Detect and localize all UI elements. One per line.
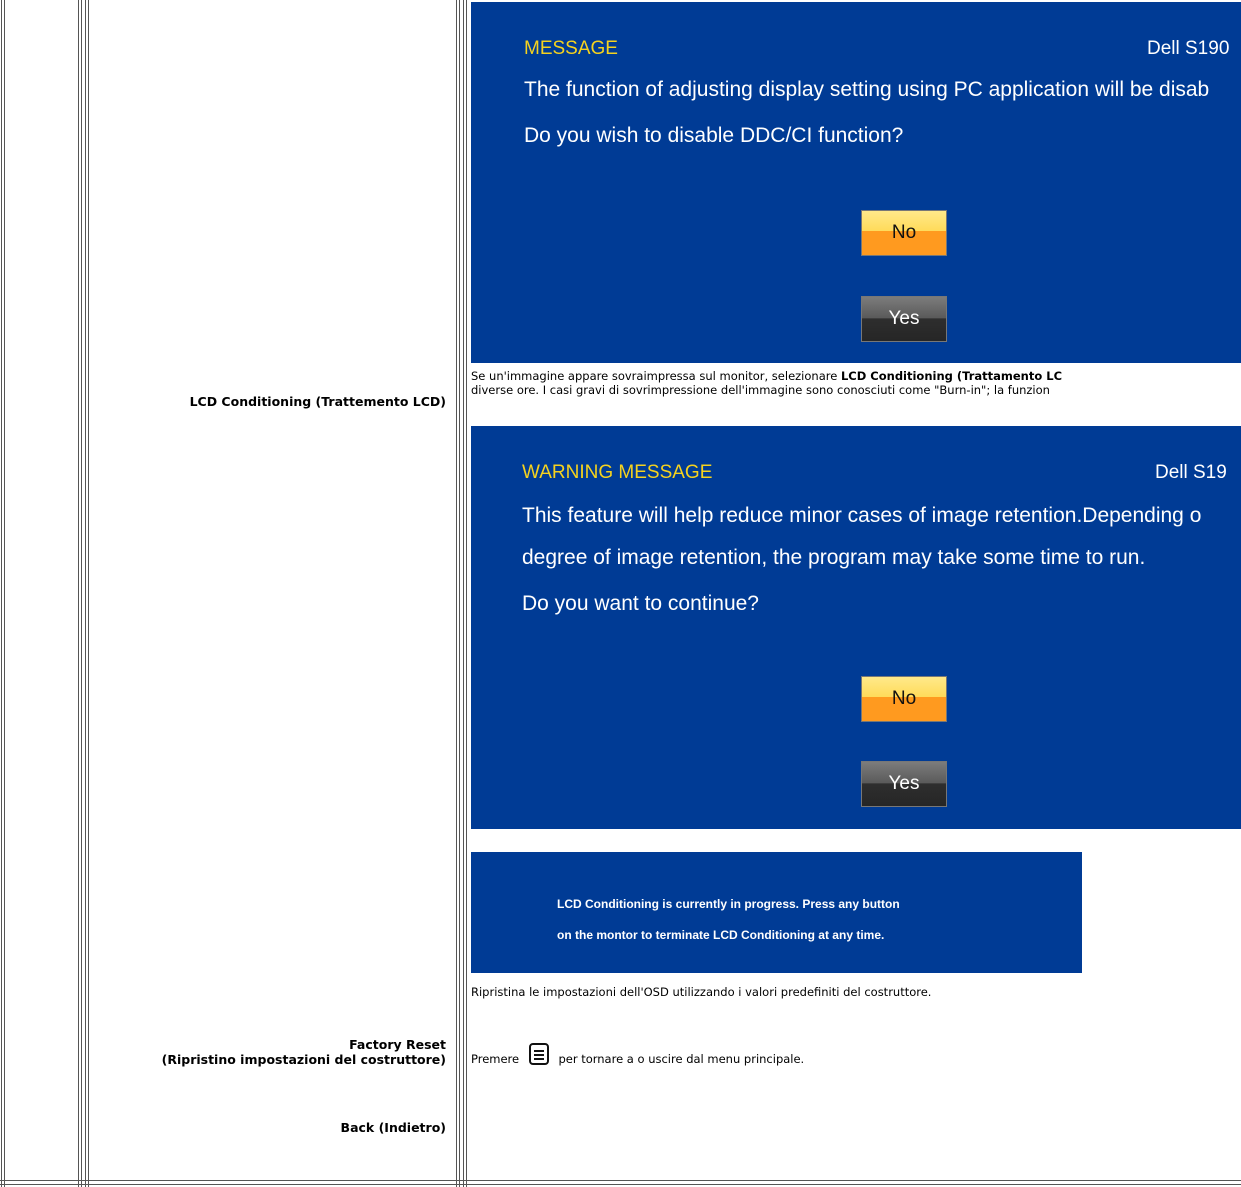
osd-ddc-title: MESSAGE [524, 38, 618, 59]
osd-warning-no-button[interactable]: No [861, 676, 947, 722]
lcd-desc-text: Se un'immagine appare sovraimpressa sul … [471, 370, 841, 383]
table-border-left-outer [1, 0, 2, 1187]
osd-ddc-yes-button[interactable]: Yes [861, 296, 947, 342]
factory-reset-description: Ripristina le impostazioni dell'OSD util… [471, 986, 932, 999]
lcd-conditioning-description-line2: diverse ore. I casi gravi di sovrimpress… [471, 384, 1050, 397]
menu-button-icon [528, 1042, 549, 1065]
osd-progress-line1: LCD Conditioning is currently in progres… [557, 897, 900, 911]
table-border-col3-b [459, 0, 460, 1187]
osd-warning-dialog: WARNING MESSAGE Dell S19 This feature wi… [471, 426, 1241, 829]
osd-warning-yes-button[interactable]: Yes [861, 761, 947, 807]
back-desc-prefix: Premere [471, 1052, 520, 1066]
osd-ddc-message-line2: Do you wish to disable DDC/CI function? [524, 124, 904, 147]
back-desc-suffix: per tornare a o uscire dal menu principa… [558, 1052, 805, 1066]
factory-reset-label-line1: Factory Reset [349, 1037, 446, 1052]
lcd-desc-bold: LCD Conditioning (Trattamento LC [840, 370, 1063, 383]
factory-reset-label-line2: (Ripristino impostazioni del costruttore… [161, 1052, 446, 1067]
table-border-col1-a [78, 0, 79, 1187]
osd-ddc-model: Dell S190 [1147, 38, 1230, 59]
table-border-left-inner [4, 0, 5, 1187]
osd-warning-model: Dell S19 [1155, 462, 1227, 483]
table-border-col4-b [466, 0, 467, 1187]
osd-ddc-dialog: MESSAGE Dell S190 The function of adjust… [471, 2, 1241, 363]
osd-ddc-message-line1: The function of adjusting display settin… [524, 78, 1210, 101]
table-border-col4-a [463, 0, 464, 1187]
table-border-col1-b [81, 0, 82, 1187]
osd-warning-message-line1: This feature will help reduce minor case… [522, 504, 1202, 527]
lcd-conditioning-description-line1: Se un'immagine appare sovraimpressa sul … [471, 370, 1241, 383]
row-label-lcd-conditioning: LCD Conditioning (Trattemento LCD) [189, 394, 446, 409]
back-description: Premere per tornare a o uscire dal menu … [471, 1042, 1241, 1076]
osd-warning-title: WARNING MESSAGE [522, 462, 713, 483]
row-label-back: Back (Indietro) [340, 1120, 446, 1135]
row-label-factory-reset: Factory Reset (Ripristino impostazioni d… [86, 1037, 446, 1067]
osd-warning-message-line3: Do you want to continue? [522, 592, 759, 615]
osd-progress-line2: on the montor to terminate LCD Condition… [557, 928, 885, 942]
table-border-col2-a [85, 0, 86, 1187]
osd-progress-notice: LCD Conditioning is currently in progres… [471, 852, 1082, 973]
table-border-col2-b [88, 0, 89, 1187]
osd-warning-message-line2: degree of image retention, the program m… [522, 546, 1146, 569]
table-border-bottom-b [0, 1184, 1241, 1185]
osd-ddc-no-button[interactable]: No [861, 210, 947, 256]
table-border-col3-a [456, 0, 457, 1187]
table-border-bottom-a [0, 1180, 1241, 1181]
